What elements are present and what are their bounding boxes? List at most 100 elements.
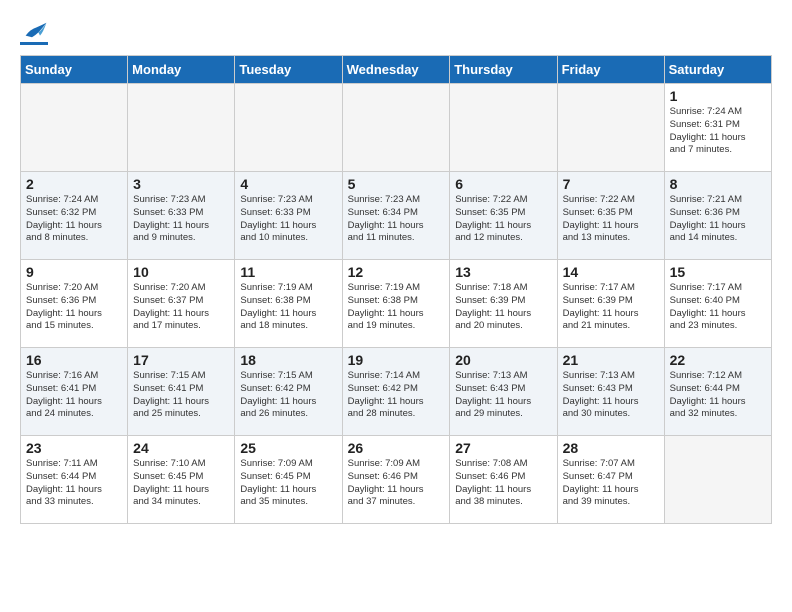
calendar-day-cell <box>342 84 450 172</box>
calendar-header-monday: Monday <box>128 56 235 84</box>
calendar-day-cell: 2 Sunrise: 7:24 AM Sunset: 6:32 PM Daylig… <box>21 172 128 260</box>
calendar-header-sunday: Sunday <box>21 56 128 84</box>
day-info: Sunrise: 7:24 AM Sunset: 6:32 PM Dayligh… <box>26 194 122 245</box>
logo-underline <box>20 42 48 45</box>
calendar-day-cell: 9 Sunrise: 7:20 AM Sunset: 6:36 PM Daylig… <box>21 260 128 348</box>
day-info: Sunrise: 7:17 AM Sunset: 6:39 PM Dayligh… <box>563 282 659 333</box>
day-info: Sunrise: 7:08 AM Sunset: 6:46 PM Dayligh… <box>455 458 551 509</box>
day-info: Sunrise: 7:19 AM Sunset: 6:38 PM Dayligh… <box>240 282 336 333</box>
calendar-day-cell: 10 Sunrise: 7:20 AM Sunset: 6:37 PM Dayli… <box>128 260 235 348</box>
day-info: Sunrise: 7:19 AM Sunset: 6:38 PM Dayligh… <box>348 282 445 333</box>
calendar-week-row: 1 Sunrise: 7:24 AM Sunset: 6:31 PM Daylig… <box>21 84 772 172</box>
day-info: Sunrise: 7:15 AM Sunset: 6:42 PM Dayligh… <box>240 370 336 421</box>
day-info: Sunrise: 7:20 AM Sunset: 6:36 PM Dayligh… <box>26 282 122 333</box>
calendar-header-saturday: Saturday <box>664 56 771 84</box>
calendar-header-friday: Friday <box>557 56 664 84</box>
calendar-day-cell: 15 Sunrise: 7:17 AM Sunset: 6:40 PM Dayli… <box>664 260 771 348</box>
calendar-day-cell: 6Sunrise: 7:22 AM Sunset: 6:35 PM Daylig… <box>450 172 557 260</box>
logo-bird-icon <box>24 20 48 40</box>
calendar-day-cell: 4 Sunrise: 7:23 AM Sunset: 6:33 PM Daylig… <box>235 172 342 260</box>
calendar-day-cell: 18 Sunrise: 7:15 AM Sunset: 6:42 PM Dayli… <box>235 348 342 436</box>
day-number: 11 <box>240 264 336 280</box>
day-number: 2 <box>26 176 122 192</box>
day-number: 13 <box>455 264 551 280</box>
day-number: 5 <box>348 176 445 192</box>
day-number: 15 <box>670 264 766 280</box>
day-number: 24 <box>133 440 229 456</box>
calendar-header-tuesday: Tuesday <box>235 56 342 84</box>
day-number: 20 <box>455 352 551 368</box>
day-info: Sunrise: 7:09 AM Sunset: 6:45 PM Dayligh… <box>240 458 336 509</box>
day-number: 7 <box>563 176 659 192</box>
calendar-day-cell: 24 Sunrise: 7:10 AM Sunset: 6:45 PM Dayli… <box>128 436 235 524</box>
day-info: Sunrise: 7:12 AM Sunset: 6:44 PM Dayligh… <box>670 370 766 421</box>
day-info: Sunrise: 7:21 AM Sunset: 6:36 PM Dayligh… <box>670 194 766 245</box>
day-number: 14 <box>563 264 659 280</box>
calendar-day-cell: 17 Sunrise: 7:15 AM Sunset: 6:41 PM Dayli… <box>128 348 235 436</box>
day-info: Sunrise: 7:16 AM Sunset: 6:41 PM Dayligh… <box>26 370 122 421</box>
day-info: Sunrise: 7:22 AM Sunset: 6:35 PM Dayligh… <box>563 194 659 245</box>
day-info: Sunrise: 7:23 AM Sunset: 6:34 PM Dayligh… <box>348 194 445 245</box>
day-info: Sunrise: 7:13 AM Sunset: 6:43 PM Dayligh… <box>455 370 551 421</box>
calendar-header-row: SundayMondayTuesdayWednesdayThursdayFrid… <box>21 56 772 84</box>
day-number: 27 <box>455 440 551 456</box>
calendar-day-cell: 7 Sunrise: 7:22 AM Sunset: 6:35 PM Daylig… <box>557 172 664 260</box>
day-info: Sunrise: 7:10 AM Sunset: 6:45 PM Dayligh… <box>133 458 229 509</box>
day-info: Sunrise: 7:17 AM Sunset: 6:40 PM Dayligh… <box>670 282 766 333</box>
calendar-day-cell <box>557 84 664 172</box>
calendar-day-cell: 25 Sunrise: 7:09 AM Sunset: 6:45 PM Dayli… <box>235 436 342 524</box>
day-number: 23 <box>26 440 122 456</box>
calendar-day-cell: 5 Sunrise: 7:23 AM Sunset: 6:34 PM Daylig… <box>342 172 450 260</box>
day-number: 25 <box>240 440 336 456</box>
calendar-day-cell: 14 Sunrise: 7:17 AM Sunset: 6:39 PM Dayli… <box>557 260 664 348</box>
day-number: 8 <box>670 176 766 192</box>
calendar-day-cell: 26 Sunrise: 7:09 AM Sunset: 6:46 PM Dayli… <box>342 436 450 524</box>
day-number: 1 <box>670 88 766 104</box>
day-number: 10 <box>133 264 229 280</box>
calendar-day-cell: 1 Sunrise: 7:24 AM Sunset: 6:31 PM Daylig… <box>664 84 771 172</box>
day-number: 26 <box>348 440 445 456</box>
day-number: 22 <box>670 352 766 368</box>
calendar-day-cell <box>128 84 235 172</box>
day-info: Sunrise: 7:23 AM Sunset: 6:33 PM Dayligh… <box>240 194 336 245</box>
calendar-day-cell: 22 Sunrise: 7:12 AM Sunset: 6:44 PM Dayli… <box>664 348 771 436</box>
day-info: Sunrise: 7:13 AM Sunset: 6:43 PM Dayligh… <box>563 370 659 421</box>
calendar-header-thursday: Thursday <box>450 56 557 84</box>
calendar-week-row: 16 Sunrise: 7:16 AM Sunset: 6:41 PM Dayli… <box>21 348 772 436</box>
calendar-day-cell: 23 Sunrise: 7:11 AM Sunset: 6:44 PM Dayli… <box>21 436 128 524</box>
calendar-day-cell <box>450 84 557 172</box>
calendar-week-row: 2 Sunrise: 7:24 AM Sunset: 6:32 PM Daylig… <box>21 172 772 260</box>
day-number: 19 <box>348 352 445 368</box>
day-info: Sunrise: 7:11 AM Sunset: 6:44 PM Dayligh… <box>26 458 122 509</box>
calendar-day-cell <box>235 84 342 172</box>
calendar-day-cell: 16 Sunrise: 7:16 AM Sunset: 6:41 PM Dayli… <box>21 348 128 436</box>
calendar-day-cell: 8 Sunrise: 7:21 AM Sunset: 6:36 PM Daylig… <box>664 172 771 260</box>
day-info: Sunrise: 7:18 AM Sunset: 6:39 PM Dayligh… <box>455 282 551 333</box>
day-info: Sunrise: 7:23 AM Sunset: 6:33 PM Dayligh… <box>133 194 229 245</box>
day-number: 18 <box>240 352 336 368</box>
day-number: 16 <box>26 352 122 368</box>
day-number: 9 <box>26 264 122 280</box>
day-number: 6 <box>455 176 551 192</box>
day-info: Sunrise: 7:14 AM Sunset: 6:42 PM Dayligh… <box>348 370 445 421</box>
day-info: Sunrise: 7:20 AM Sunset: 6:37 PM Dayligh… <box>133 282 229 333</box>
calendar-week-row: 23 Sunrise: 7:11 AM Sunset: 6:44 PM Dayli… <box>21 436 772 524</box>
day-number: 17 <box>133 352 229 368</box>
calendar-day-cell: 11 Sunrise: 7:19 AM Sunset: 6:38 PM Dayli… <box>235 260 342 348</box>
calendar-day-cell: 3 Sunrise: 7:23 AM Sunset: 6:33 PM Daylig… <box>128 172 235 260</box>
day-info: Sunrise: 7:09 AM Sunset: 6:46 PM Dayligh… <box>348 458 445 509</box>
day-number: 21 <box>563 352 659 368</box>
calendar-day-cell: 27 Sunrise: 7:08 AM Sunset: 6:46 PM Dayli… <box>450 436 557 524</box>
logo <box>20 20 48 45</box>
day-info: Sunrise: 7:15 AM Sunset: 6:41 PM Dayligh… <box>133 370 229 421</box>
calendar-table: SundayMondayTuesdayWednesdayThursdayFrid… <box>20 55 772 524</box>
calendar-day-cell <box>21 84 128 172</box>
day-info: Sunrise: 7:24 AM Sunset: 6:31 PM Dayligh… <box>670 106 766 157</box>
calendar-day-cell: 28Sunrise: 7:07 AM Sunset: 6:47 PM Dayli… <box>557 436 664 524</box>
day-number: 4 <box>240 176 336 192</box>
calendar-day-cell: 12Sunrise: 7:19 AM Sunset: 6:38 PM Dayli… <box>342 260 450 348</box>
calendar-day-cell: 21 Sunrise: 7:13 AM Sunset: 6:43 PM Dayli… <box>557 348 664 436</box>
day-number: 3 <box>133 176 229 192</box>
calendar-week-row: 9 Sunrise: 7:20 AM Sunset: 6:36 PM Daylig… <box>21 260 772 348</box>
calendar-day-cell: 19 Sunrise: 7:14 AM Sunset: 6:42 PM Dayli… <box>342 348 450 436</box>
